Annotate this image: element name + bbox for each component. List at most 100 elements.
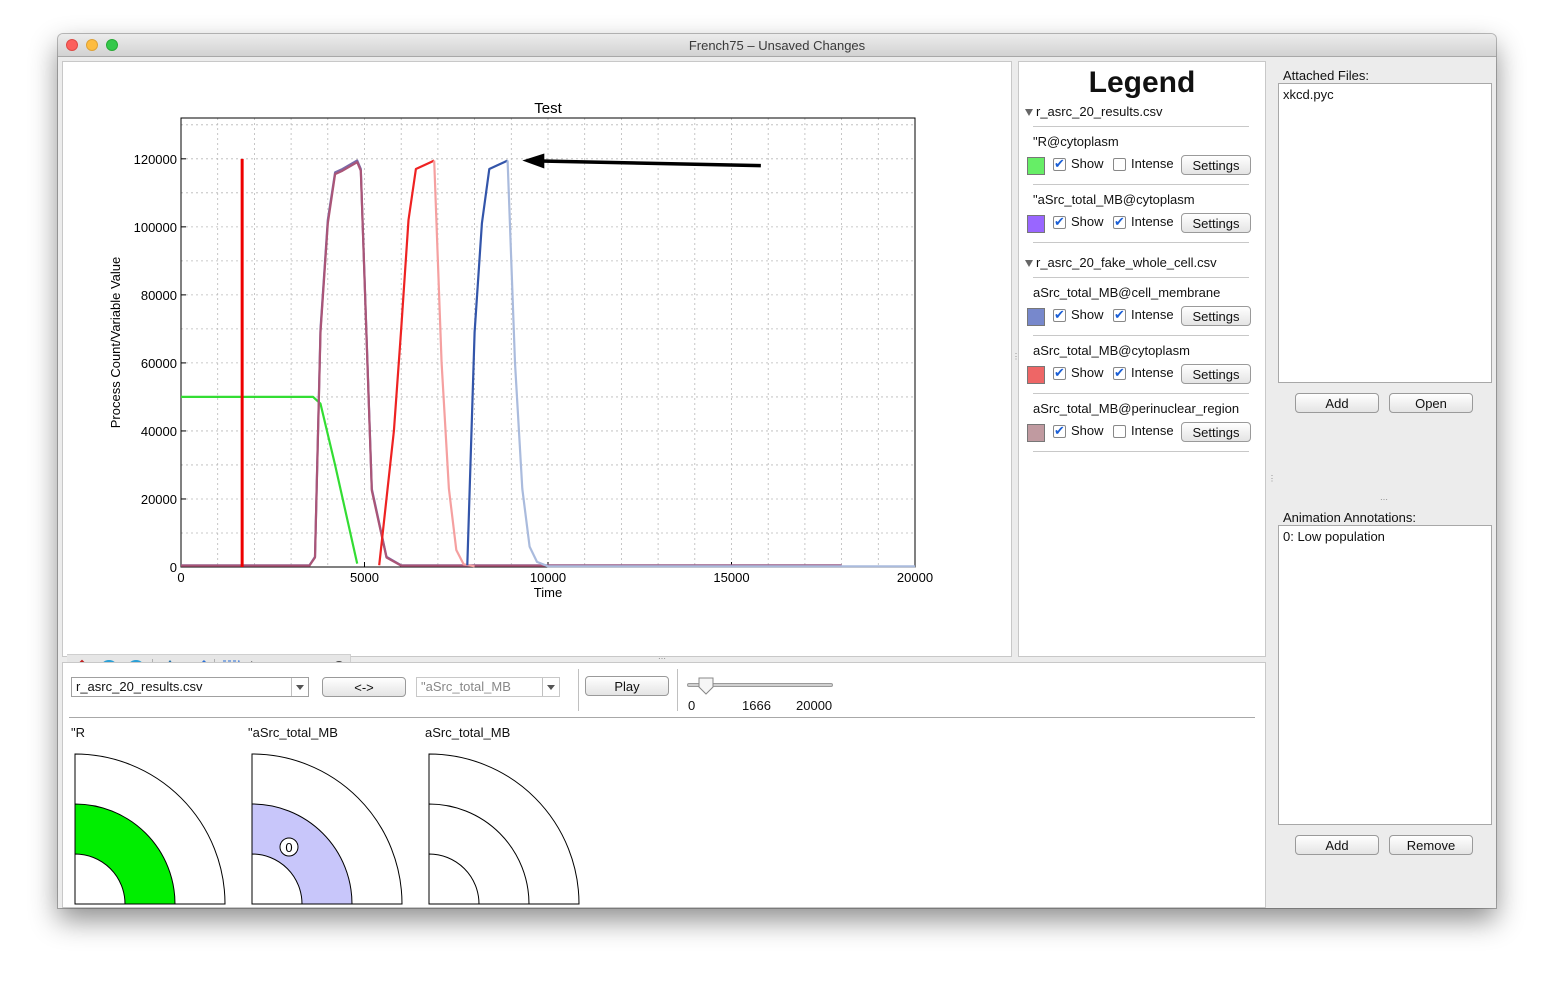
file-select[interactable]: r_asrc_20_results.csv bbox=[71, 677, 309, 697]
y-tick-label: 100000 bbox=[134, 220, 177, 235]
remove-annotation-button[interactable]: Remove bbox=[1389, 835, 1473, 855]
chart-title: Test bbox=[534, 100, 562, 117]
legend-series-row: Show Intense Settings bbox=[1027, 422, 1257, 446]
color-swatch[interactable] bbox=[1027, 215, 1045, 233]
settings-button[interactable]: Settings bbox=[1181, 306, 1251, 326]
divider bbox=[1033, 277, 1249, 278]
attached-files-list[interactable]: xkcd.pyc bbox=[1278, 83, 1492, 383]
color-swatch[interactable] bbox=[1027, 366, 1045, 384]
y-tick-label: 120000 bbox=[134, 152, 177, 167]
line-chart[interactable]: 0 5000 10000 15000 20000 0 20000 40000 60000 8000… bbox=[63, 62, 1011, 622]
color-swatch[interactable] bbox=[1027, 157, 1045, 175]
list-item[interactable]: xkcd.pyc bbox=[1283, 87, 1487, 102]
intense-checkbox[interactable] bbox=[1113, 214, 1126, 230]
intense-checkbox[interactable] bbox=[1113, 158, 1126, 171]
legend-series-row: Show Intense Settings bbox=[1027, 155, 1257, 179]
x-tick-label: 10000 bbox=[530, 570, 566, 585]
show-checkbox[interactable] bbox=[1053, 307, 1066, 323]
intense-label: Intense bbox=[1131, 365, 1174, 380]
y-tick-label: 80000 bbox=[141, 288, 177, 303]
animation-annotations-panel: Animation Annotations: 0: Low population… bbox=[1276, 504, 1494, 906]
settings-button[interactable]: Settings bbox=[1181, 213, 1251, 233]
animation-annotations-label: Animation Annotations: bbox=[1283, 510, 1416, 525]
color-swatch[interactable] bbox=[1027, 424, 1045, 442]
add-annotation-button[interactable]: Add bbox=[1295, 835, 1379, 855]
app-window: French75 – Unsaved Changes 0 5000 10000 150… bbox=[58, 34, 1496, 908]
divider bbox=[1033, 335, 1249, 336]
legend-file-header[interactable]: r_asrc_20_results.csv bbox=[1025, 104, 1162, 119]
divider bbox=[1033, 451, 1249, 452]
splitter-handle[interactable]: ⋮ bbox=[1268, 474, 1276, 483]
disclosure-triangle-icon[interactable] bbox=[1025, 260, 1033, 268]
legend-series-row: Show Intense Settings bbox=[1027, 213, 1257, 237]
slider-max-label: 20000 bbox=[796, 698, 833, 713]
intense-label: Intense bbox=[1131, 156, 1174, 171]
attached-files-label: Attached Files: bbox=[1283, 68, 1369, 83]
divider bbox=[578, 669, 579, 711]
plot-panel: 0 5000 10000 15000 20000 0 20000 40000 60000 8000… bbox=[62, 61, 1012, 682]
settings-button[interactable]: Settings bbox=[1181, 364, 1251, 384]
add-file-button[interactable]: Add bbox=[1295, 393, 1379, 413]
y-axis-label: Process Count/Variable Value bbox=[108, 257, 123, 429]
open-file-button[interactable]: Open bbox=[1389, 393, 1473, 413]
slider-value-label: 1666 bbox=[742, 698, 771, 713]
chevron-down-icon bbox=[542, 678, 559, 696]
y-tick-label: 60000 bbox=[141, 356, 177, 371]
x-tick-label: 20000 bbox=[897, 570, 933, 585]
play-button[interactable]: Play bbox=[585, 676, 669, 696]
swap-button[interactable]: <-> bbox=[322, 677, 406, 697]
attached-files-panel: Attached Files: xkcd.pyc Add Open bbox=[1276, 61, 1494, 495]
show-label: Show bbox=[1071, 423, 1104, 438]
x-axis-label: Time bbox=[534, 585, 562, 600]
show-checkbox[interactable] bbox=[1053, 214, 1066, 230]
divider bbox=[1033, 126, 1249, 127]
intense-checkbox[interactable] bbox=[1113, 425, 1126, 438]
divider bbox=[1033, 393, 1249, 394]
show-label: Show bbox=[1071, 365, 1104, 380]
quadrant-label: "R bbox=[71, 725, 86, 740]
disclosure-triangle-icon[interactable] bbox=[1025, 109, 1033, 117]
time-slider[interactable] bbox=[687, 677, 833, 695]
intense-checkbox[interactable] bbox=[1113, 307, 1126, 323]
x-tick-label: 5000 bbox=[350, 570, 379, 585]
window-title: French75 – Unsaved Changes bbox=[688, 38, 866, 53]
settings-button[interactable]: Settings bbox=[1181, 422, 1251, 442]
x-tick-label: 15000 bbox=[713, 570, 749, 585]
y-tick-label: 20000 bbox=[141, 492, 177, 507]
cell-quadrants: 0 bbox=[74, 753, 580, 905]
show-label: Show bbox=[1071, 156, 1104, 171]
splitter-handle[interactable]: ⋯ bbox=[1380, 495, 1388, 504]
divider bbox=[69, 717, 1255, 718]
settings-button[interactable]: Settings bbox=[1181, 155, 1251, 175]
title-bar: French75 – Unsaved Changes bbox=[58, 34, 1496, 57]
show-checkbox[interactable] bbox=[1053, 365, 1066, 381]
list-item[interactable]: 0: Low population bbox=[1283, 529, 1487, 544]
y-tick-label: 40000 bbox=[141, 424, 177, 439]
divider bbox=[1033, 184, 1249, 185]
show-checkbox[interactable] bbox=[1053, 156, 1066, 172]
annotations-list[interactable]: 0: Low population bbox=[1278, 525, 1492, 825]
x-tick-label: 0 bbox=[177, 570, 184, 585]
legend-series-row: Show Intense Settings bbox=[1027, 364, 1257, 388]
legend-file-header[interactable]: r_asrc_20_fake_whole_cell.csv bbox=[1025, 255, 1217, 270]
color-swatch[interactable] bbox=[1027, 308, 1045, 326]
intense-label: Intense bbox=[1131, 307, 1174, 322]
intense-label: Intense bbox=[1131, 214, 1174, 229]
intense-checkbox[interactable] bbox=[1113, 365, 1126, 381]
quadrant-label: "aSrc_total_MB bbox=[248, 725, 338, 740]
y-tick-label: 0 bbox=[170, 560, 177, 575]
divider bbox=[677, 669, 678, 711]
series-name: "R@cytoplasm bbox=[1033, 134, 1119, 149]
slider-min-label: 0 bbox=[688, 698, 696, 713]
series-name: aSrc_total_MB@cytoplasm bbox=[1033, 343, 1190, 358]
variable-select[interactable]: "aSrc_total_MB bbox=[416, 677, 560, 697]
show-checkbox[interactable] bbox=[1053, 423, 1066, 439]
animation-panel: r_asrc_20_results.csv <-> "aSrc_total_MB… bbox=[62, 662, 1266, 908]
intense-label: Intense bbox=[1131, 423, 1174, 438]
series-name: aSrc_total_MB@perinuclear_region bbox=[1033, 401, 1240, 416]
slider-thumb[interactable] bbox=[698, 677, 714, 695]
legend-panel: Legend r_asrc_20_results.csv "R@cytoplas… bbox=[1018, 61, 1266, 657]
legend-series-row: Show Intense Settings bbox=[1027, 306, 1257, 330]
annotation-badge-label: 0 bbox=[285, 840, 292, 855]
legend-title: Legend bbox=[1088, 66, 1196, 99]
